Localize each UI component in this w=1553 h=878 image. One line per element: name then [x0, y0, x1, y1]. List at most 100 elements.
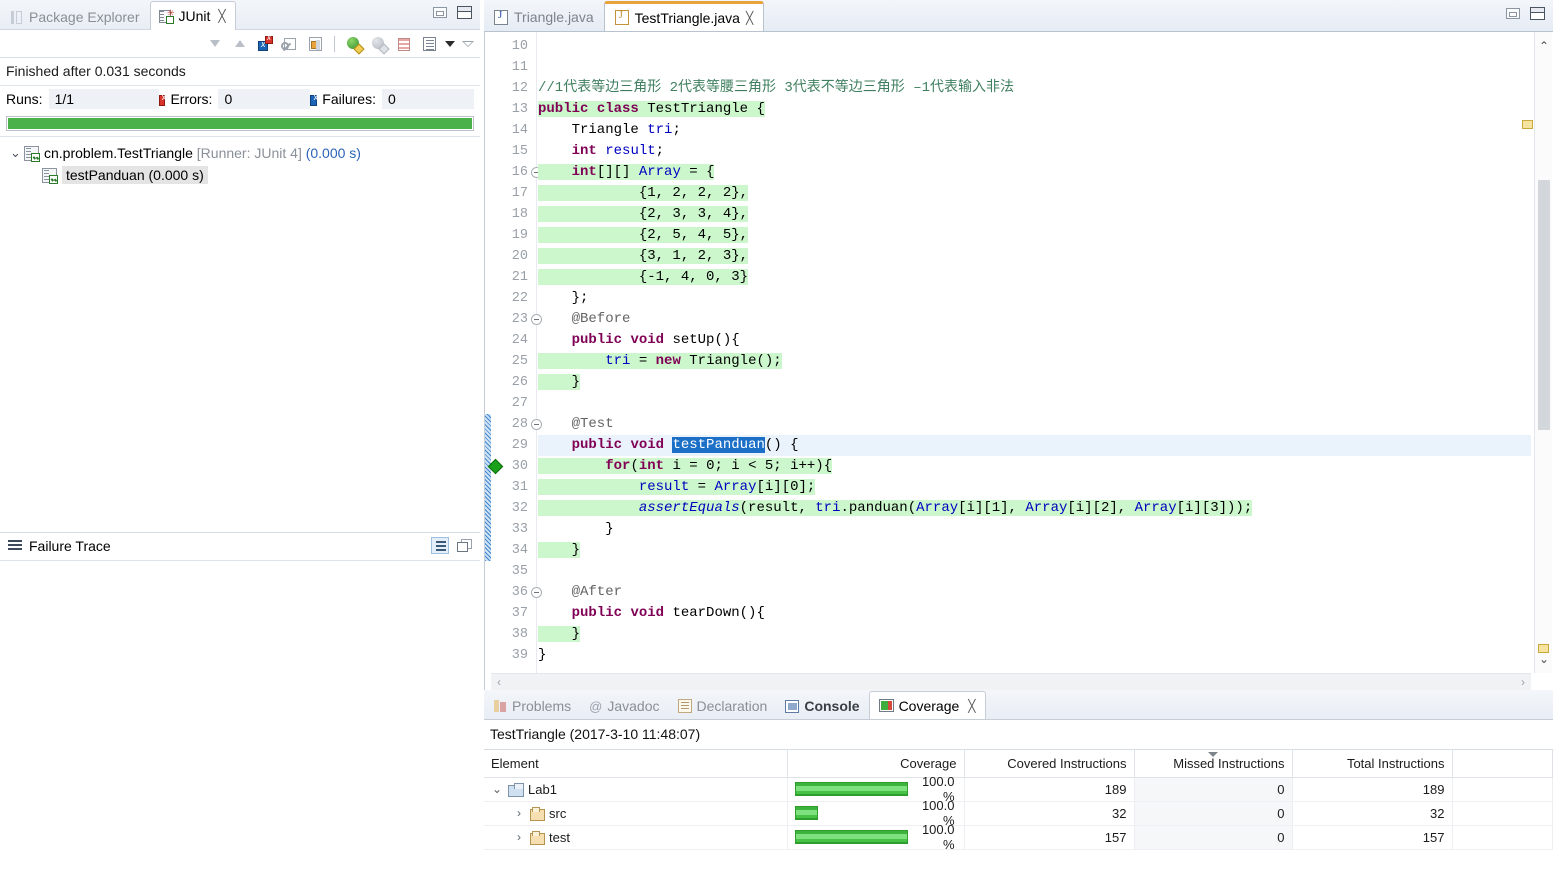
- chevron-right-icon[interactable]: ›: [513, 806, 525, 820]
- scroll-left-icon[interactable]: ‹: [497, 675, 501, 689]
- close-icon[interactable]: ╳: [218, 9, 225, 23]
- code-line[interactable]: public void tearDown(){: [538, 603, 1531, 624]
- stop-junit-icon[interactable]: [281, 35, 299, 53]
- editor-horizontal-scrollbar[interactable]: ‹ ›: [491, 673, 1531, 690]
- restore-view-icon[interactable]: [457, 539, 472, 552]
- code-line[interactable]: {3, 1, 2, 3},: [538, 246, 1531, 267]
- bottom-tab-javadoc[interactable]: @ Javadoc: [580, 693, 668, 719]
- column-header-coverage[interactable]: Coverage: [787, 750, 965, 778]
- editor-vertical-scrollbar[interactable]: ⌃ ⌄: [1534, 32, 1552, 673]
- code-line[interactable]: [538, 57, 1531, 78]
- code-token: testPanduan: [672, 437, 765, 453]
- cell-element[interactable]: › src: [484, 801, 788, 826]
- test-entry-marker-icon[interactable]: [487, 458, 504, 475]
- filter-stack-trace-icon[interactable]: [431, 537, 449, 554]
- cell-element[interactable]: ⌄ Lab1: [484, 777, 788, 802]
- editor-tab-testtriangle-java[interactable]: TestTriangle.java ╳: [603, 1, 765, 31]
- table-row[interactable]: › src 100.0 % 32 0 32: [484, 798, 1553, 828]
- line-number: 12: [511, 81, 528, 96]
- column-header-total-instructions[interactable]: Total Instructions: [1292, 750, 1453, 778]
- view-tab-junit[interactable]: ✳ JUnit ╳: [149, 1, 236, 30]
- scroll-right-icon[interactable]: ›: [1521, 675, 1525, 689]
- editor-tab-list: Triangle.java TestTriangle.java ╳: [484, 1, 765, 31]
- code-token: public: [571, 332, 623, 348]
- bottom-tab-console[interactable]: Console: [776, 693, 868, 719]
- code-line[interactable]: };: [538, 288, 1531, 309]
- rerun-test-icon[interactable]: [345, 35, 365, 55]
- test-history-icon[interactable]: [420, 35, 438, 53]
- warning-marker-icon[interactable]: [1522, 120, 1533, 129]
- code-line[interactable]: tri = new Triangle();: [538, 351, 1531, 372]
- lock-scroll-icon[interactable]: [306, 35, 324, 53]
- bottom-tab-problems[interactable]: Problems: [484, 693, 580, 719]
- code-line[interactable]: }: [538, 519, 1531, 540]
- chevron-right-icon[interactable]: ›: [513, 830, 525, 844]
- overview-warning-marker-icon[interactable]: [1538, 644, 1549, 653]
- cell-element[interactable]: › test: [484, 825, 788, 850]
- bottom-tab-declaration[interactable]: Declaration: [669, 693, 777, 719]
- code-line[interactable]: int result;: [538, 141, 1531, 162]
- code-line[interactable]: [538, 36, 1531, 57]
- test-tree-item[interactable]: testPanduan (0.000 s): [0, 164, 480, 186]
- chevron-down-icon[interactable]: ⌄: [10, 145, 24, 161]
- editor-tab-triangle-java[interactable]: Triangle.java: [484, 3, 604, 31]
- line-number-ruler[interactable]: 10 11 12 13 14 15 16 17 18 19 20 21 22 23 24 25 26 27 28 29…: [487, 32, 542, 690]
- table-row[interactable]: › test 100.0 % 157 0 157: [484, 822, 1553, 852]
- code-line[interactable]: }: [538, 645, 1531, 666]
- column-header-covered-instructions[interactable]: Covered Instructions: [964, 750, 1135, 778]
- junit-icon: ✳: [158, 8, 175, 24]
- code-line[interactable]: }: [538, 540, 1531, 561]
- code-line[interactable]: assertEquals(result, tri.panduan(Array[i…: [538, 498, 1531, 519]
- cell-covered-instructions: 32: [964, 801, 1135, 826]
- stop-icon[interactable]: [395, 35, 413, 53]
- previous-failure-icon[interactable]: [231, 35, 249, 53]
- code-line[interactable]: //1代表等边三角形 2代表等腰三角形 3代表不等边三角形 –1代表输入非法: [538, 78, 1531, 99]
- code-line[interactable]: [538, 393, 1531, 414]
- minimize-menu-icon[interactable]: [462, 41, 474, 47]
- code-line[interactable]: }: [538, 372, 1531, 393]
- show-failures-only-icon[interactable]: [256, 33, 274, 53]
- close-icon[interactable]: ╳: [968, 699, 975, 713]
- table-row[interactable]: ⌄ Lab1 100.0 % 189 0 189: [484, 774, 1553, 804]
- column-header-missed-instructions[interactable]: Missed Instructions: [1134, 750, 1293, 778]
- code-line[interactable]: {2, 5, 4, 5},: [538, 225, 1531, 246]
- code-line[interactable]: result = Array[i][0];: [538, 477, 1531, 498]
- code-line[interactable]: public class TestTriangle {: [538, 99, 1531, 120]
- code-line[interactable]: {-1, 4, 0, 3}: [538, 267, 1531, 288]
- chevron-down-icon[interactable]: ⌄: [491, 782, 503, 796]
- line-number: 15: [511, 144, 528, 159]
- minimize-icon[interactable]: [1506, 8, 1520, 19]
- code-line[interactable]: for(int i = 0; i < 5; i++){: [538, 456, 1531, 477]
- close-icon[interactable]: ╳: [746, 11, 753, 25]
- code-line[interactable]: }: [538, 624, 1531, 645]
- code-line[interactable]: @After: [538, 582, 1531, 603]
- code-line[interactable]: int[][] Array = {: [538, 162, 1531, 183]
- maximize-icon[interactable]: [457, 6, 472, 19]
- maximize-icon[interactable]: [1530, 7, 1545, 20]
- code-token: {3, 1, 2, 3},: [538, 248, 749, 264]
- minimize-icon[interactable]: [433, 7, 447, 18]
- problems-icon: [493, 699, 507, 713]
- source-code-area[interactable]: //1代表等边三角形 2代表等腰三角形 3代表不等边三角形 –1代表输入非法 pu…: [538, 32, 1531, 673]
- code-line[interactable]: Triangle tri;: [538, 120, 1531, 141]
- code-line[interactable]: public void testPanduan() {: [538, 435, 1531, 456]
- code-line[interactable]: @Before: [538, 309, 1531, 330]
- junit-test-tree[interactable]: ⌄ cn.problem.TestTriangle [Runner: JUnit …: [0, 136, 480, 498]
- view-tab-package-explorer[interactable]: Package Explorer: [0, 3, 150, 30]
- code-token: assertEquals: [638, 500, 740, 516]
- code-line[interactable]: @Test: [538, 414, 1531, 435]
- view-menu-icon[interactable]: [445, 40, 455, 47]
- column-header-element[interactable]: Element: [484, 750, 788, 778]
- code-line[interactable]: {1, 2, 2, 2},: [538, 183, 1531, 204]
- next-failure-icon[interactable]: [206, 35, 224, 53]
- code-line[interactable]: {2, 3, 3, 4},: [538, 204, 1531, 225]
- rerun-failed-tests-icon[interactable]: [370, 35, 390, 55]
- scroll-down-icon[interactable]: ⌄: [1538, 653, 1550, 665]
- scrollbar-thumb[interactable]: [1538, 180, 1550, 430]
- test-tree-item[interactable]: ⌄ cn.problem.TestTriangle [Runner: JUnit …: [0, 142, 480, 164]
- scroll-up-icon[interactable]: ⌃: [1538, 40, 1550, 52]
- code-line[interactable]: public void setUp(){: [538, 330, 1531, 351]
- code-line[interactable]: [538, 561, 1531, 582]
- bottom-tab-coverage[interactable]: Coverage ╳: [868, 691, 986, 719]
